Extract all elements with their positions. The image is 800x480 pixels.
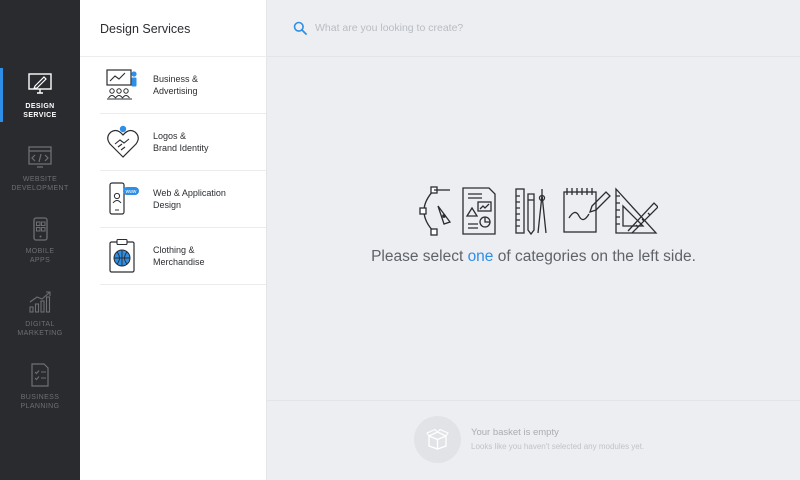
category-web-application-design[interactable]: www Web & Application Design [100,171,266,228]
category-clothing-merchandise[interactable]: Clothing & Merchandise [100,228,266,285]
basket-icon-circle [414,416,461,463]
empty-state-message: Please select one of categories on the l… [267,248,800,266]
basket-subtitle: Looks like you haven't selected any modu… [471,442,645,451]
growth-chart-icon [29,291,51,313]
basket-title: Your basket is empty [471,427,559,438]
hero-illustration [418,186,659,236]
bezier-pen-icon [419,186,452,236]
clipboard-globe-icon [109,238,135,273]
panel-title: Design Services [100,22,191,36]
presentation-audience-icon [106,69,137,100]
sidebar-item-business-planning[interactable]: BUSINESS PLANNING [0,363,80,411]
search-bar [267,0,800,57]
monitor-pen-icon [28,73,52,94]
ruler-triangle-icon [615,187,659,234]
category-label: Logos & Brand Identity [153,131,209,153]
phone-web-icon: www [109,182,139,215]
open-box-icon [426,428,449,450]
sidebar-item-mobile-apps[interactable]: MOBILE APPS [0,217,80,265]
sketchbook-pencil-icon [563,188,611,233]
svg-text:www: www [126,189,137,195]
handshake-heart-icon [107,125,139,158]
mobile-app-icon [33,217,48,241]
prompt-highlight: one [467,248,494,265]
category-business-advertising[interactable]: Business & Advertising [100,57,266,114]
sidebar-item-label: WEBSITE DEVELOPMENT [11,176,69,192]
sidebar-item-label: DIGITAL MARKETING [17,321,63,337]
prompt-text: Please select [371,248,468,265]
prompt-text-end: of categories on the left side. [493,248,696,265]
sidebar-item-label: MOBILE APPS [25,248,55,264]
category-logos-brand-identity[interactable]: Logos & Brand Identity [100,114,266,171]
category-panel: Design Services Business & Advertising L… [80,0,267,480]
search-icon[interactable] [293,21,307,35]
category-label: Business & Advertising [153,74,199,96]
drafting-tools-icon [515,188,547,236]
category-label: Web & Application Design [153,188,226,210]
sidebar-item-digital-marketing[interactable]: DIGITAL MARKETING [0,290,80,338]
basket-divider [267,400,800,401]
sidebar-item-label: BUSINESS PLANNING [20,394,60,410]
search-input[interactable] [315,19,755,37]
sidebar-item-label: DESIGN SERVICE [23,103,57,119]
sidebar-item-website-development[interactable]: WEBSITE DEVELOPMENT [0,145,80,193]
checklist-document-icon [31,363,49,387]
document-charts-icon [462,187,496,235]
category-label: Clothing & Merchandise [153,245,205,267]
main-sidebar: DESIGN SERVICE WEBSITE DEVELOPMENT MOBIL… [0,0,80,480]
browser-code-icon [28,146,52,168]
sidebar-item-design-service[interactable]: DESIGN SERVICE [0,72,80,120]
